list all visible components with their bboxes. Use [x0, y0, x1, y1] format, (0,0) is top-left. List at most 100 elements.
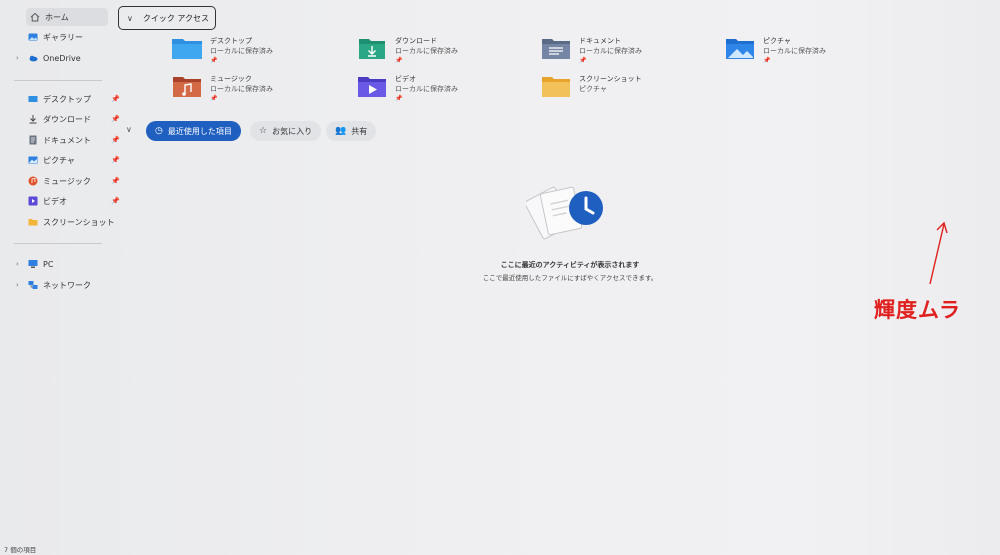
clock-icon: ◷: [155, 126, 163, 136]
pin-icon[interactable]: 📌: [111, 136, 120, 144]
tile-subtitle: ローカルに保存済み: [763, 47, 826, 55]
sidebar-item-label: ビデオ: [43, 196, 67, 206]
tab-favorites[interactable]: ☆ お気に入り: [250, 121, 322, 141]
folder-icon: [28, 217, 38, 227]
pc-icon: [28, 259, 38, 269]
pin-icon[interactable]: 📌: [111, 197, 120, 205]
tile-name: ドキュメント: [579, 37, 621, 45]
annotation-arrow-icon: [929, 221, 948, 285]
download-folder-icon: [359, 39, 385, 59]
chevron-down-icon[interactable]: ∨: [126, 125, 132, 134]
tab-recent[interactable]: ◷ 最近使用した項目: [146, 121, 241, 141]
pin-icon: 📌: [210, 57, 218, 64]
chevron-down-icon: ∨: [127, 13, 133, 23]
onedrive-icon: [28, 53, 38, 63]
tile-subtitle: ピクチャ: [579, 85, 607, 93]
tile-subtitle: ローカルに保存済み: [210, 85, 273, 93]
sidebar-item-label: ピクチャ: [43, 155, 75, 165]
quick-access-tile-pictures[interactable]: ピクチャ ローカルに保存済み 📌: [725, 36, 895, 72]
star-icon: ☆: [259, 126, 268, 136]
sidebar-item-label: ネットワーク: [43, 280, 91, 290]
pin-icon[interactable]: 📌: [111, 115, 120, 123]
chevron-right-icon[interactable]: ›: [16, 281, 19, 289]
home-icon: [30, 12, 40, 22]
sidebar-item-pc[interactable]: PC: [28, 255, 124, 273]
pictures-folder-icon: [726, 39, 754, 59]
sidebar-item-gallery[interactable]: ギャラリー: [28, 28, 124, 46]
tile-subtitle: ローカルに保存済み: [210, 47, 273, 55]
sidebar-item-label: OneDrive: [43, 53, 81, 63]
chevron-right-icon[interactable]: ›: [16, 260, 19, 268]
tile-subtitle: ローカルに保存済み: [579, 47, 642, 55]
tile-subtitle: ローカルに保存済み: [395, 47, 458, 55]
network-icon: [28, 280, 38, 290]
sidebar-item-network[interactable]: ネットワーク: [28, 276, 124, 294]
people-icon: 👥: [335, 126, 347, 136]
tile-subtitle: ローカルに保存済み: [395, 85, 458, 93]
empty-state-description: ここで最近使用したファイルにすばやくアクセスできます。: [482, 274, 658, 282]
status-item-count: 7 個の項目: [4, 546, 37, 554]
sidebar-item-label: デスクトップ: [43, 94, 91, 104]
recent-activity-illustration: [526, 186, 603, 240]
video-folder-icon: [358, 77, 386, 97]
document-folder-icon: [542, 39, 570, 59]
screenshot-folder-icon: [542, 77, 570, 97]
empty-state-title: ここに最近のアクティビティが表示されます: [500, 261, 640, 269]
quick-access-tile-screenshots[interactable]: スクリーンショット ピクチャ: [541, 74, 711, 110]
sidebar-item-label: ダウンロード: [43, 114, 91, 124]
video-icon: [28, 196, 38, 206]
gallery-icon: [28, 32, 38, 42]
sidebar-item-screenshots[interactable]: スクリーンショット: [28, 213, 124, 231]
pictures-icon: [28, 155, 38, 165]
quick-access-tile-videos[interactable]: ビデオ ローカルに保存済み 📌: [357, 74, 527, 110]
tile-name: ビデオ: [395, 75, 416, 83]
sidebar-item-documents[interactable]: ドキュメント 📌: [28, 131, 124, 149]
sidebar-item-label: ホーム: [45, 12, 69, 22]
pin-icon[interactable]: 📌: [111, 177, 120, 185]
sidebar-item-videos[interactable]: ビデオ 📌: [28, 192, 124, 210]
chevron-right-icon[interactable]: ›: [16, 54, 19, 62]
sidebar-item-onedrive[interactable]: OneDrive: [28, 49, 124, 67]
sidebar-item-label: ギャラリー: [43, 32, 83, 42]
annotation-label: 輝度ムラ: [874, 298, 961, 322]
sidebar-item-pictures[interactable]: ピクチャ 📌: [28, 151, 124, 169]
sidebar-item-downloads[interactable]: ダウンロード 📌: [28, 110, 124, 128]
quick-access-tile-desktop[interactable]: デスクトップ ローカルに保存済み 📌: [172, 36, 342, 72]
tile-name: ミュージック: [210, 75, 252, 83]
pin-icon: 📌: [395, 57, 403, 64]
pin-icon: 📌: [395, 95, 403, 102]
quick-access-tile-music[interactable]: ミュージック ローカルに保存済み 📌: [172, 74, 342, 110]
download-icon: [28, 114, 38, 124]
sidebar-divider: [14, 80, 102, 81]
tab-label: お気に入り: [272, 126, 313, 136]
tab-label: 共有: [351, 126, 368, 136]
document-icon: [28, 135, 38, 145]
sidebar-item-label: PC: [43, 259, 54, 269]
quick-access-tile-documents[interactable]: ドキュメント ローカルに保存済み 📌: [541, 36, 711, 72]
tile-name: ピクチャ: [763, 37, 791, 45]
quick-access-tile-downloads[interactable]: ダウンロード ローカルに保存済み 📌: [357, 36, 527, 72]
sidebar-item-desktop[interactable]: デスクトップ 📌: [28, 90, 124, 108]
desktop-icon: [28, 94, 38, 104]
tab-shared[interactable]: 👥 共有: [326, 121, 377, 141]
explorer-window: ホーム ギャラリー › OneDrive デスクトップ 📌 ダウンロード 📌 ド…: [0, 0, 1000, 555]
tile-name: デスクトップ: [210, 37, 252, 45]
pin-icon: 📌: [763, 57, 771, 64]
quick-access-header[interactable]: ∨ クイック アクセス: [118, 6, 216, 30]
pin-icon[interactable]: 📌: [111, 95, 120, 103]
music-icon: [28, 176, 38, 186]
pin-icon[interactable]: 📌: [111, 156, 120, 164]
sidebar-item-label: ドキュメント: [43, 135, 91, 145]
sidebar-item-music[interactable]: ミュージック 📌: [28, 172, 124, 190]
pin-icon: 📌: [210, 95, 218, 102]
sidebar-item-home[interactable]: ホーム: [26, 8, 108, 26]
quick-access-title: クイック アクセス: [142, 13, 210, 23]
sidebar-item-label: ミュージック: [43, 176, 91, 186]
pin-icon: 📌: [579, 57, 587, 64]
sidebar-item-label: スクリーンショット: [43, 217, 115, 227]
tab-label: 最近使用した項目: [167, 126, 232, 136]
navigation-pane: ホーム ギャラリー › OneDrive デスクトップ 📌 ダウンロード 📌 ド…: [0, 0, 120, 540]
desktop-folder-icon: [172, 39, 202, 59]
tile-name: スクリーンショット: [579, 75, 642, 83]
tile-name: ダウンロード: [395, 37, 437, 45]
